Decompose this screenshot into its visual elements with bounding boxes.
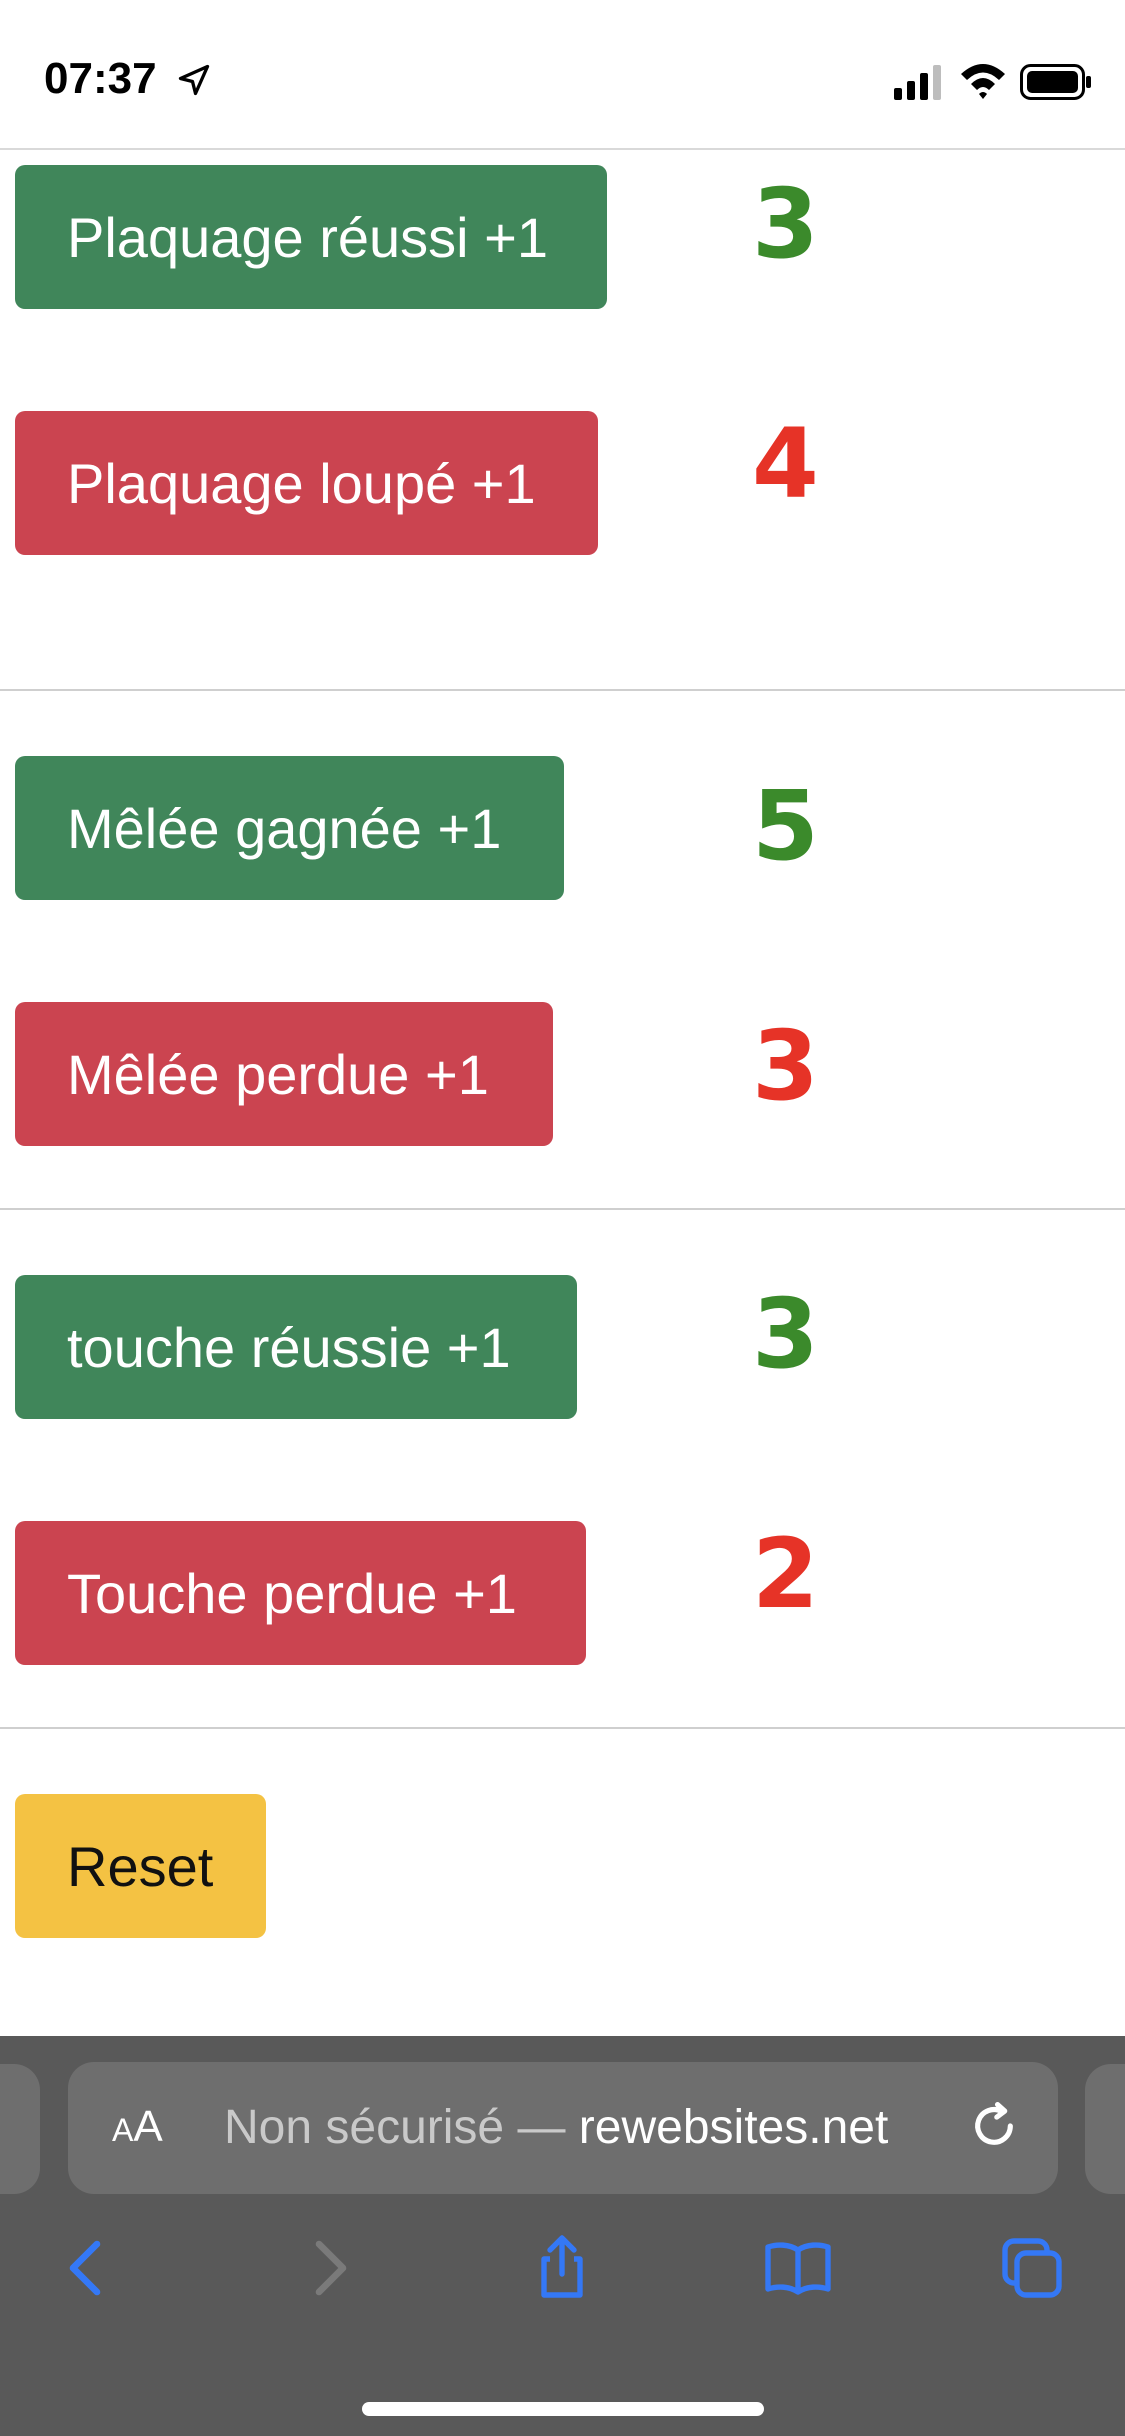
address-bar[interactable]: AA Non sécurisé — rewebsites.net <box>68 2062 1058 2194</box>
url-host: rewebsites.net <box>578 2101 889 2154</box>
section-divider <box>0 1727 1125 1729</box>
plaquage-loupe-button[interactable]: Plaquage loupé +1 <box>15 411 598 555</box>
share-icon[interactable] <box>526 2232 598 2304</box>
battery-icon <box>1020 64 1091 100</box>
plaquage-reussi-button[interactable]: Plaquage réussi +1 <box>15 165 607 309</box>
home-indicator[interactable] <box>362 2402 764 2416</box>
security-warning-text: Non sécurisé — <box>224 2101 579 2154</box>
status-time: 07:37 <box>44 54 157 103</box>
forward-icon[interactable] <box>292 2232 364 2304</box>
plaquage-reussi-count: 3 <box>752 168 819 280</box>
tabs-icon[interactable] <box>996 2232 1068 2304</box>
melee-perdue-count: 3 <box>752 1010 819 1122</box>
browser-toolbar: AA Non sécurisé — rewebsites.net <box>0 2036 1125 2436</box>
wifi-icon <box>961 64 1005 99</box>
reset-button[interactable]: Reset <box>15 1794 266 1938</box>
reload-icon[interactable] <box>966 2098 1022 2154</box>
reader-settings-button[interactable]: AA <box>112 2102 163 2152</box>
previous-tab-pill[interactable] <box>0 2064 40 2194</box>
address-url[interactable]: Non sécurisé — rewebsites.net <box>224 2100 888 2155</box>
touche-perdue-button[interactable]: Touche perdue +1 <box>15 1521 586 1665</box>
melee-gagnee-count: 5 <box>752 770 819 882</box>
section-divider <box>0 1208 1125 1210</box>
section-divider <box>0 689 1125 691</box>
touche-reussie-button[interactable]: touche réussie +1 <box>15 1275 577 1419</box>
location-arrow-icon <box>178 64 210 96</box>
melee-gagnee-button[interactable]: Mêlée gagnée +1 <box>15 756 564 900</box>
touche-perdue-count: 2 <box>752 1518 819 1630</box>
back-icon[interactable] <box>52 2232 124 2304</box>
status-bar: 07:37 <box>0 0 1125 150</box>
plaquage-loupe-count: 4 <box>752 408 819 520</box>
next-tab-pill[interactable] <box>1085 2064 1125 2194</box>
cellular-signal-icon <box>894 65 941 100</box>
touche-reussie-count: 3 <box>752 1278 819 1390</box>
melee-perdue-button[interactable]: Mêlée perdue +1 <box>15 1002 553 1146</box>
bookmarks-icon[interactable] <box>762 2232 834 2304</box>
